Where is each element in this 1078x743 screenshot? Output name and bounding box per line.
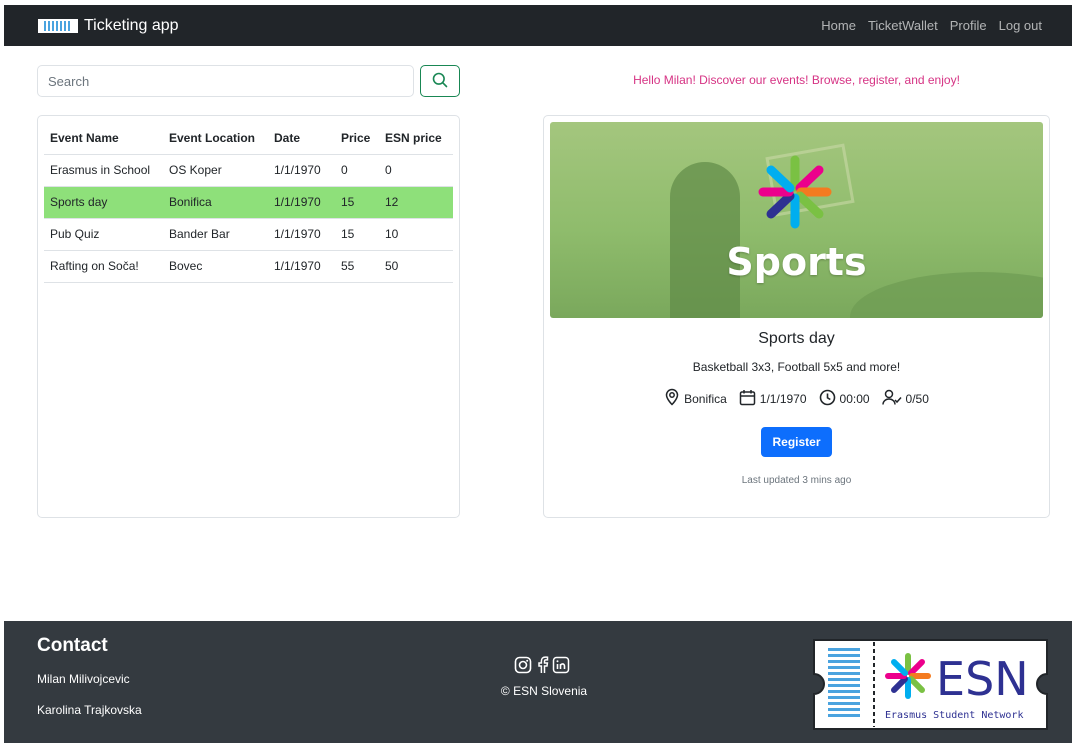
nav-logout[interactable]: Log out xyxy=(999,18,1042,33)
navbar: Ticketing app Home TicketWallet Profile … xyxy=(4,5,1072,46)
brand[interactable]: Ticketing app xyxy=(38,17,179,35)
table-header-row: Event Name Event Location Date Price ESN… xyxy=(44,122,453,155)
footer: Contact Milan Milivojcevic Karolina Traj… xyxy=(4,621,1072,743)
col-esn-price: ESN price xyxy=(379,122,453,155)
event-location: Bonifica xyxy=(664,388,727,409)
cell-location: OS Koper xyxy=(163,154,268,187)
nav-profile[interactable]: Profile xyxy=(950,18,987,33)
calendar-icon xyxy=(739,389,756,409)
search-bar xyxy=(37,65,460,97)
esn-star-icon xyxy=(755,152,835,237)
search-icon xyxy=(432,72,448,91)
time-text: 00:00 xyxy=(839,391,870,406)
nav-links: Home TicketWallet Profile Log out xyxy=(821,18,1042,33)
cell-price: 0 xyxy=(335,154,379,187)
cell-esn-price: 10 xyxy=(379,218,453,251)
events-table-card: Event Name Event Location Date Price ESN… xyxy=(37,115,460,518)
ticket-logo-icon xyxy=(38,18,78,33)
cell-date: 1/1/1970 xyxy=(268,154,335,187)
cell-location: Bonifica xyxy=(163,186,268,219)
event-meta: Bonifica 1/1/1970 00:00 0/50 xyxy=(550,388,1043,409)
location-text: Bonifica xyxy=(684,391,727,406)
cell-event-name: Erasmus in School xyxy=(44,154,163,187)
cell-location: Bovec xyxy=(163,250,268,283)
brand-title: Ticketing app xyxy=(84,16,179,34)
event-title: Sports day xyxy=(758,330,835,347)
events-table: Event Name Event Location Date Price ESN… xyxy=(44,122,453,283)
esn-ticket-logo: ESN Erasmus Student Network xyxy=(808,638,1053,736)
table-row[interactable]: Erasmus in School OS Koper 1/1/1970 0 0 xyxy=(44,154,453,187)
col-price: Price xyxy=(335,122,379,155)
esn-logo-text: ESN xyxy=(936,652,1029,706)
event-date: 1/1/1970 xyxy=(739,389,807,409)
table-row[interactable]: Pub Quiz Bander Bar 1/1/1970 15 10 xyxy=(44,218,453,251)
capacity-text: 0/50 xyxy=(905,391,929,406)
cell-price: 15 xyxy=(335,218,379,251)
event-detail-card: Sports Sports day Basketball 3x3, Footba… xyxy=(543,115,1050,518)
cell-event-name: Pub Quiz xyxy=(44,218,163,251)
event-description: Basketball 3x3, Football 5x5 and more! xyxy=(692,360,901,374)
cell-event-name: Rafting on Soča! xyxy=(44,250,163,283)
event-time: 00:00 xyxy=(819,389,870,409)
copyright-text: © ESN Slovenia xyxy=(500,684,588,698)
col-event-name: Event Name xyxy=(44,122,163,155)
greeting-text: Hello Milan! Discover our events! Browse… xyxy=(633,73,960,87)
contact-title: Contact xyxy=(37,635,108,656)
last-updated-text: Last updated 3 mins ago xyxy=(741,475,852,486)
event-capacity: 0/50 xyxy=(881,389,929,409)
contact-name: Karolina Trajkovska xyxy=(37,703,142,717)
col-date: Date xyxy=(268,122,335,155)
cell-price: 55 xyxy=(335,250,379,283)
contact-name: Milan Milivojcevic xyxy=(37,672,130,686)
nav-ticketwallet[interactable]: TicketWallet xyxy=(868,18,938,33)
cell-date: 1/1/1970 xyxy=(268,218,335,251)
cell-date: 1/1/1970 xyxy=(268,250,335,283)
nav-home[interactable]: Home xyxy=(821,18,856,33)
social-links xyxy=(514,656,570,679)
table-row-selected[interactable]: Sports day Bonifica 1/1/1970 15 12 xyxy=(44,186,453,219)
search-input[interactable] xyxy=(37,65,414,97)
cell-location: Bander Bar xyxy=(163,218,268,251)
cell-esn-price: 0 xyxy=(379,154,453,187)
register-button[interactable]: Register xyxy=(761,427,832,457)
clock-icon xyxy=(819,389,836,409)
date-text: 1/1/1970 xyxy=(759,391,807,406)
table-row[interactable]: Rafting on Soča! Bovec 1/1/1970 55 50 xyxy=(44,250,453,283)
user-check-icon xyxy=(881,389,902,409)
banner-title: Sports xyxy=(726,240,867,284)
linkedin-icon[interactable] xyxy=(552,656,570,679)
location-pin-icon xyxy=(664,388,680,409)
esn-logo-subtext: Erasmus Student Network xyxy=(885,710,1023,721)
col-event-location: Event Location xyxy=(163,122,268,155)
cell-event-name: Sports day xyxy=(44,186,163,219)
cell-esn-price: 12 xyxy=(379,186,453,219)
event-banner-image: Sports xyxy=(550,122,1043,318)
facebook-icon[interactable] xyxy=(535,656,549,679)
cell-price: 15 xyxy=(335,186,379,219)
instagram-icon[interactable] xyxy=(514,656,532,679)
cell-date: 1/1/1970 xyxy=(268,186,335,219)
search-button[interactable] xyxy=(420,65,460,97)
cell-esn-price: 50 xyxy=(379,250,453,283)
